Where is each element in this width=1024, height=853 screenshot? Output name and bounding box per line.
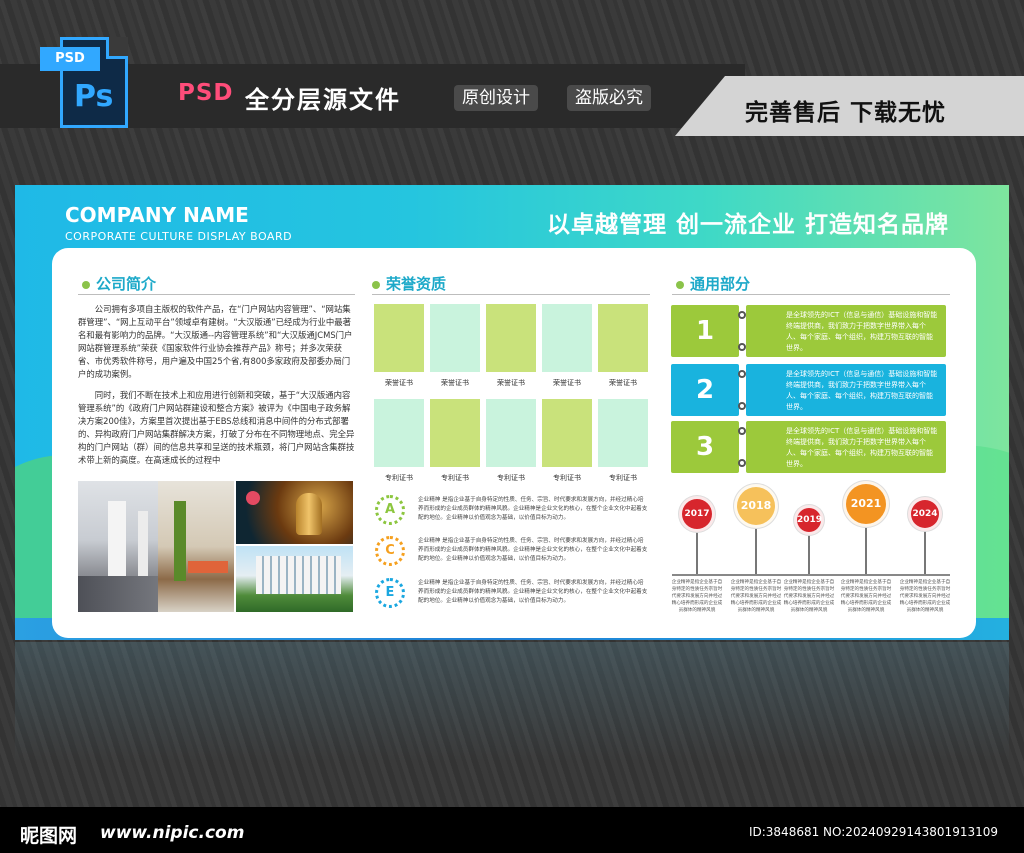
step-number-block: 2 xyxy=(671,364,739,416)
letter-badge-icon: A xyxy=(375,495,405,525)
binder-ring-icon xyxy=(738,311,746,319)
patent-certificate-label: 专利证书 xyxy=(441,474,469,482)
intro-paragraph-1: 公司拥有多项自主版权的软件产品，在“门户网站内容管理”、“网站集群管理”、“网上… xyxy=(78,304,353,379)
slogan: 以卓越管理 创一流企业 打造知名品牌 xyxy=(546,212,949,238)
site-url[interactable]: www.nipic.com xyxy=(100,823,244,843)
patent-certificate-image xyxy=(598,399,648,467)
image-id: ID:3848681 NO:20240929143801913109 xyxy=(748,825,998,839)
office-building-photo xyxy=(236,546,353,612)
intro-divider xyxy=(78,294,355,295)
honor-certificate-image xyxy=(430,304,480,372)
timeline-description: 企业精神是指企业基于自身特定的性质任务宗旨时代要求和发展方向并经过精心培养而形成… xyxy=(899,580,951,613)
honor-certificate-label: 荣誉证书 xyxy=(609,379,637,387)
honor-divider xyxy=(372,294,650,295)
timeline-year-bubble: 2018 xyxy=(734,484,778,528)
timeline-year-bubble: 2024 xyxy=(908,497,942,531)
step-text-block: 是全球领先的ICT（信息与通信）基础设施和智能终端提供商，我们致力于把数字世界带… xyxy=(746,421,946,473)
honor-certificate-image xyxy=(486,304,536,372)
honor-certificate-image xyxy=(542,304,592,372)
chess-knight-photo xyxy=(236,481,353,544)
psd-badge: PSD xyxy=(40,47,100,71)
general-divider xyxy=(672,294,950,295)
spirit-description: 企业精神 是指企业基于自身特定的性质、任务、宗旨、时代要求和发展方向，并经过精心… xyxy=(418,580,648,604)
letter-badge-icon: E xyxy=(375,578,405,608)
board-reflection xyxy=(15,642,1009,762)
timeline-description: 企业精神是指企业基于自身特定的性质任务宗旨时代要求和发展方向并经过精心培养而形成… xyxy=(730,580,782,613)
intro-paragraph-2: 同时，我们不断在技术上和应用进行创新和突破，基于“大汉版通内容管理系统”的《政府… xyxy=(78,390,355,465)
timeline-description: 企业精神是指企业基于自身特定的性质任务宗旨时代要求和发展方向并经过精心培养而形成… xyxy=(783,580,835,613)
spirit-description: 企业精神 是指企业基于自身特定的性质、任务、宗旨、时代要求和发展方向，并经过精心… xyxy=(418,497,648,521)
letter-badge-icon: C xyxy=(375,536,405,566)
honor-certificate-image xyxy=(374,304,424,372)
timeline-year-bubble: 2017 xyxy=(679,496,715,532)
binder-ring-icon xyxy=(738,427,746,435)
general-heading: 通用部分 xyxy=(676,273,750,294)
patent-certificate-image xyxy=(542,399,592,467)
ps-logo-text: Ps xyxy=(74,79,114,114)
patent-certificate-label: 专利证书 xyxy=(553,474,581,482)
timeline-stick xyxy=(924,531,926,574)
timeline-stick xyxy=(865,527,867,574)
patent-certificate-label: 专利证书 xyxy=(497,474,525,482)
timeline-description: 企业精神是指企业基于自身特定的性质任务宗旨时代要求和发展方向并经过精心培养而形成… xyxy=(671,580,723,613)
patent-certificate-label: 专利证书 xyxy=(609,474,637,482)
timeline-year-bubble: 2019 xyxy=(794,505,824,535)
step-text-block: 是全球领先的ICT（信息与通信）基础设施和智能终端提供商，我们致力于把数字世界带… xyxy=(746,364,946,416)
header-title: 全分层源文件 xyxy=(245,86,401,114)
header-right-text: 完善售后 下载无忧 xyxy=(745,100,947,126)
honor-heading: 荣誉资质 xyxy=(372,273,446,294)
timeline-stick xyxy=(808,535,810,574)
company-subtitle: CORPORATE CULTURE DISPLAY BOARD xyxy=(65,230,293,243)
binder-ring-icon xyxy=(738,402,746,410)
binder-ring-icon xyxy=(738,343,746,351)
honor-certificate-label: 荣誉证书 xyxy=(385,379,413,387)
psd-label: PSD xyxy=(178,80,234,106)
patent-certificate-image xyxy=(430,399,480,467)
lounge-interior-photo xyxy=(158,481,234,612)
patent-certificate-image xyxy=(374,399,424,467)
honor-certificate-image xyxy=(598,304,648,372)
company-name: COMPANY NAME xyxy=(65,203,249,227)
timeline-line xyxy=(672,574,950,576)
step-number-block: 1 xyxy=(671,305,739,357)
honor-certificate-label: 荣誉证书 xyxy=(553,379,581,387)
site-logo[interactable]: 昵图网 xyxy=(20,821,77,848)
honor-certificate-label: 荣誉证书 xyxy=(497,379,525,387)
timeline-stick xyxy=(696,532,698,574)
patent-certificate-label: 专利证书 xyxy=(385,474,413,482)
intro-heading: 公司简介 xyxy=(82,273,156,294)
honor-certificate-label: 荣誉证书 xyxy=(441,379,469,387)
spirit-description: 企业精神 是指企业基于自身特定的性质、任务、宗旨、时代要求和发展方向，并经过精心… xyxy=(418,538,648,562)
step-number-block: 3 xyxy=(671,421,739,473)
step-text-block: 是全球领先的ICT（信息与通信）基础设施和智能终端提供商，我们致力于把数字世界带… xyxy=(746,305,946,357)
binder-ring-icon xyxy=(738,370,746,378)
tag-original: 原创设计 xyxy=(454,85,538,111)
patent-certificate-image xyxy=(486,399,536,467)
footer-bar: 昵图网 www.nipic.com ID:3848681 NO:20240929… xyxy=(0,807,1024,853)
binder-ring-icon xyxy=(738,459,746,467)
timeline-stick xyxy=(755,528,757,574)
timeline-year-bubble: 2021 xyxy=(843,481,889,527)
tag-piracy: 盗版必究 xyxy=(567,85,651,111)
timeline-description: 企业精神是指企业基于自身特定的性质任务宗旨时代要求和发展方向并经过精心培养而形成… xyxy=(840,580,892,613)
